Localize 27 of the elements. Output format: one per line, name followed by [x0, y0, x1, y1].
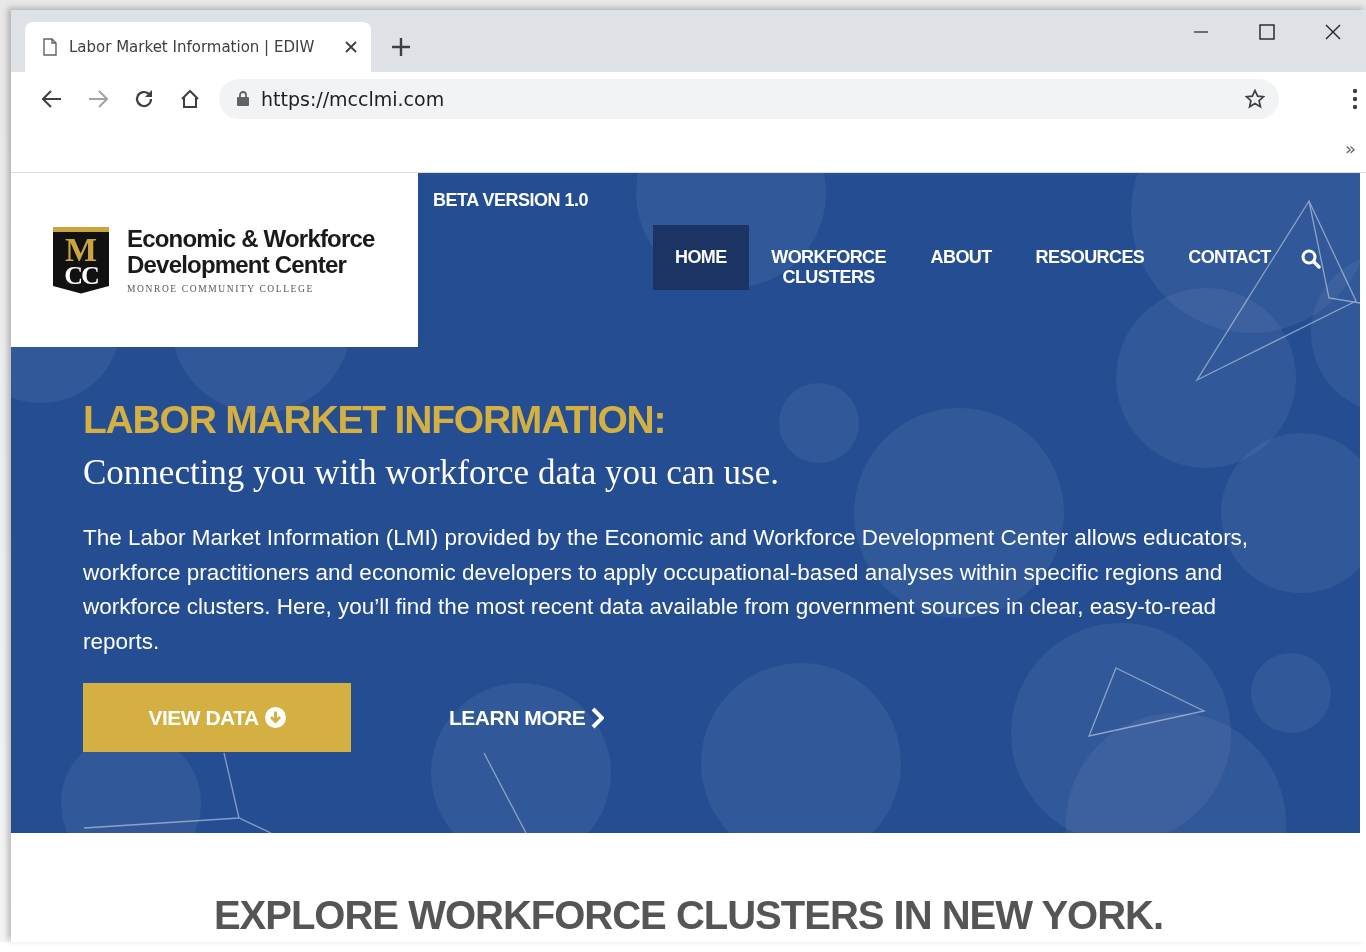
logo-tagline: MONROE COMMUNITY COLLEGE — [127, 284, 315, 294]
circle-arrow-down-icon — [264, 707, 286, 729]
hero-description: The Labor Market Information (LMI) provided by the Economic and Workforce Development Center allows educators, workforce practitioners and economic developers to apply occupational-based analyses within specific regions and workforce clusters. Here, you’ll find the most recent data available from government sources in clear, easy-to-read reports. — [83, 524, 1250, 656]
document-icon — [43, 38, 57, 56]
version-label: BETA VERSION 1.0 — [433, 190, 589, 211]
home-icon[interactable] — [180, 88, 200, 109]
section-heading: EXPLORE WORKFORCE CLUSTERS IN NEW YORK. — [213, 893, 1164, 938]
hero-subheading: Connecting you with workforce data you can use. — [83, 452, 779, 494]
logo-name: Development Center — [127, 252, 348, 278]
nav-link[interactable]: WORKFORCE CLUSTERS — [748, 225, 909, 290]
hero-heading: LABOR MARKET INFORMATION: — [83, 397, 666, 443]
nav-link[interactable]: RESOURCES — [1013, 225, 1167, 290]
nav-link[interactable]: HOME — [653, 225, 749, 290]
lock-icon — [237, 91, 249, 106]
nav-link[interactable]: ABOUT — [908, 225, 1014, 290]
new-tab-icon[interactable] — [389, 35, 413, 59]
menu-icon[interactable] — [1352, 87, 1358, 110]
address-bar[interactable]: https://mcclmi.com — [219, 78, 1279, 119]
browser-tab[interactable]: Labor Market Information | EDIW — [25, 22, 371, 72]
bookmarks-overflow[interactable]: » — [1345, 138, 1356, 159]
search-icon[interactable] — [1300, 249, 1321, 269]
learn-more-link[interactable]: LEARN MORE — [449, 705, 605, 730]
back-icon[interactable] — [42, 89, 62, 108]
close-icon[interactable] — [345, 41, 357, 53]
logo-name: Economic & Workforce — [127, 226, 375, 252]
star-icon[interactable] — [1245, 88, 1265, 109]
chevron-right-icon — [591, 706, 605, 729]
